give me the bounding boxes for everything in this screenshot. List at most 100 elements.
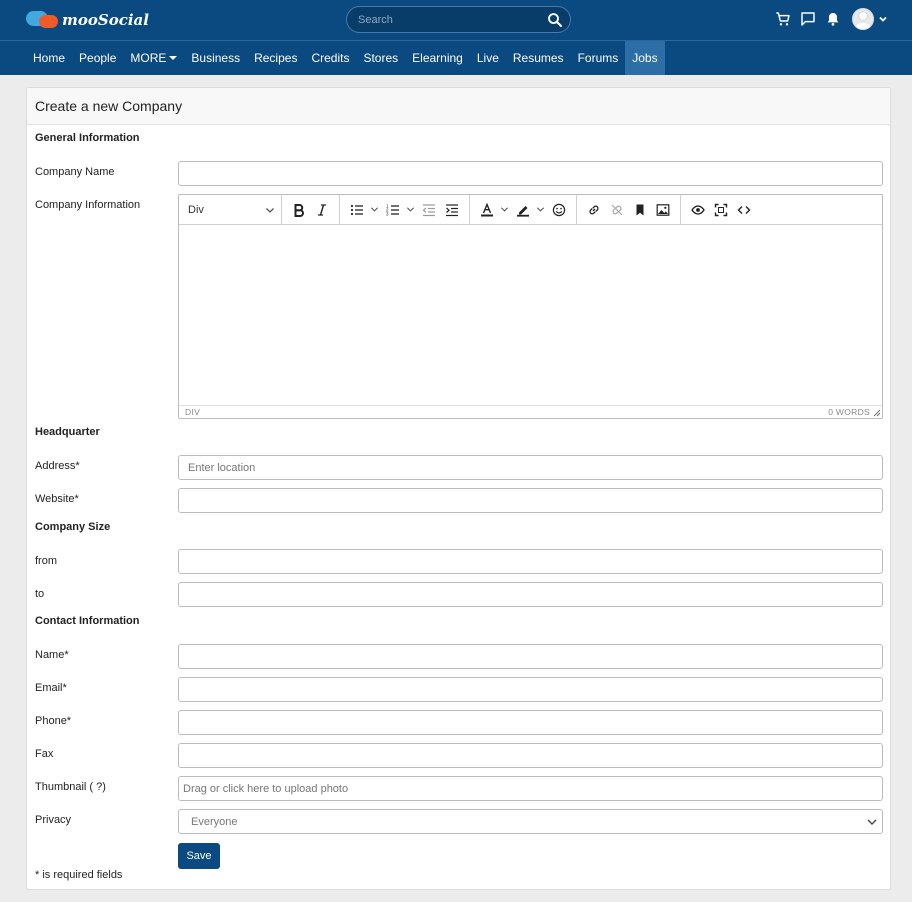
address-input[interactable] [179, 456, 882, 479]
create-company-card: Create a new Company General Information… [26, 87, 891, 890]
phone-input[interactable] [179, 711, 882, 734]
nav-item-more-label: MORE [130, 51, 167, 65]
company-information-editor: Div 123 DIV 0 WORDS [178, 194, 883, 419]
outdent-icon [422, 203, 435, 216]
chevron-down-icon[interactable] [878, 14, 888, 24]
outdent-button[interactable] [418, 199, 440, 221]
nav-item-forums[interactable]: Forums [571, 41, 626, 75]
size-from-input[interactable] [179, 550, 882, 573]
nav-item-stores[interactable]: Stores [356, 41, 405, 75]
avatar[interactable] [852, 8, 874, 30]
fax-input[interactable] [179, 744, 882, 767]
size-to-input[interactable] [179, 583, 882, 606]
company-name-input[interactable] [179, 162, 882, 185]
chevron-down-icon [370, 207, 378, 212]
text-color-options-button[interactable] [499, 199, 509, 221]
website-label: Website* [35, 493, 79, 505]
nav-item-more[interactable]: MORE [123, 41, 184, 75]
toolbar-group-insert [577, 194, 681, 225]
size-to-field [178, 582, 883, 607]
toolbar-group-color [470, 194, 577, 225]
email-label: Email* [35, 682, 67, 694]
link-button[interactable] [583, 199, 605, 221]
toolbar-group-format [282, 194, 340, 225]
section-general-information: General Information [35, 132, 140, 144]
logo-icon [26, 8, 60, 32]
logo[interactable]: mooSocial [26, 8, 149, 32]
preview-button[interactable] [687, 199, 709, 221]
nav-item-live[interactable]: Live [470, 41, 506, 75]
thumbnail-upload-input[interactable] [179, 777, 882, 800]
section-contact-information: Contact Information [35, 615, 140, 627]
bullet-list-button[interactable] [346, 199, 368, 221]
svg-text:3: 3 [386, 211, 389, 216]
size-to-label: to [35, 588, 45, 600]
message-icon[interactable] [800, 11, 816, 27]
chevron-down-icon [536, 207, 544, 212]
privacy-select-value: Everyone [191, 815, 238, 828]
highlight-icon [517, 205, 529, 217]
italic-icon [318, 203, 326, 216]
nav-item-people[interactable]: People [72, 41, 123, 75]
block-format-select[interactable]: Div [179, 194, 282, 225]
bullet-list-icon [350, 204, 363, 215]
thumbnail-upload-zone [178, 776, 883, 801]
size-from-field [178, 549, 883, 574]
resize-handle-icon[interactable] [873, 409, 881, 417]
save-button[interactable]: Save [178, 843, 220, 869]
chevron-down-icon [266, 207, 274, 213]
highlight-color-button[interactable] [512, 199, 534, 221]
thumbnail-label: Thumbnail ( ?) [35, 781, 106, 793]
section-headquarter: Headquarter [35, 426, 100, 438]
company-name-field [178, 161, 883, 186]
italic-button[interactable] [311, 199, 333, 221]
page-title: Create a new Company [27, 88, 890, 125]
nav-item-credits[interactable]: Credits [304, 41, 356, 75]
website-input[interactable] [179, 489, 882, 512]
fax-field [178, 743, 883, 768]
indent-button[interactable] [441, 199, 463, 221]
fax-label: Fax [35, 748, 54, 760]
numbered-list-options-button[interactable] [405, 199, 415, 221]
nav-item-resumes[interactable]: Resumes [506, 41, 571, 75]
privacy-select[interactable]: Everyone [178, 809, 883, 834]
text-color-button[interactable] [476, 199, 498, 221]
contact-name-label: Name* [35, 649, 69, 661]
main-nav: Home People MORE Business Recipes Credit… [0, 40, 912, 75]
chevron-down-icon [867, 819, 877, 825]
editor-word-count[interactable]: 0 WORDS [828, 406, 870, 418]
image-button[interactable] [652, 199, 674, 221]
user-icon [852, 8, 874, 30]
bullet-list-options-button[interactable] [369, 199, 379, 221]
bold-button[interactable] [288, 199, 310, 221]
nav-item-elearning[interactable]: Elearning [405, 41, 470, 75]
nav-item-recipes[interactable]: Recipes [247, 41, 304, 75]
contact-name-input[interactable] [179, 645, 882, 668]
bell-icon[interactable] [825, 11, 841, 27]
cart-icon[interactable] [775, 11, 791, 27]
nav-item-home[interactable]: Home [26, 41, 72, 75]
size-from-label: from [35, 555, 57, 567]
nav-item-business[interactable]: Business [184, 41, 247, 75]
unlink-button[interactable] [606, 199, 628, 221]
emoji-button[interactable] [548, 199, 570, 221]
numbered-list-button[interactable]: 123 [382, 199, 404, 221]
search-input[interactable] [347, 7, 527, 32]
search-icon[interactable] [546, 11, 564, 29]
source-code-button[interactable] [733, 199, 755, 221]
fullscreen-button[interactable] [710, 199, 732, 221]
privacy-label: Privacy [35, 814, 72, 826]
contact-name-field [178, 644, 883, 669]
bookmark-button[interactable] [629, 199, 651, 221]
link-icon [589, 205, 599, 214]
editor-content-area[interactable] [179, 225, 882, 405]
top-bar: mooSocial [0, 0, 912, 40]
editor-element-path[interactable]: DIV [185, 406, 200, 418]
email-input[interactable] [179, 678, 882, 701]
eye-icon [691, 204, 705, 215]
nav-item-jobs[interactable]: Jobs [625, 41, 665, 75]
editor-statusbar: DIV 0 WORDS [179, 405, 882, 418]
highlight-color-options-button[interactable] [535, 199, 545, 221]
bookmark-icon [636, 204, 644, 215]
phone-label: Phone* [35, 715, 72, 727]
